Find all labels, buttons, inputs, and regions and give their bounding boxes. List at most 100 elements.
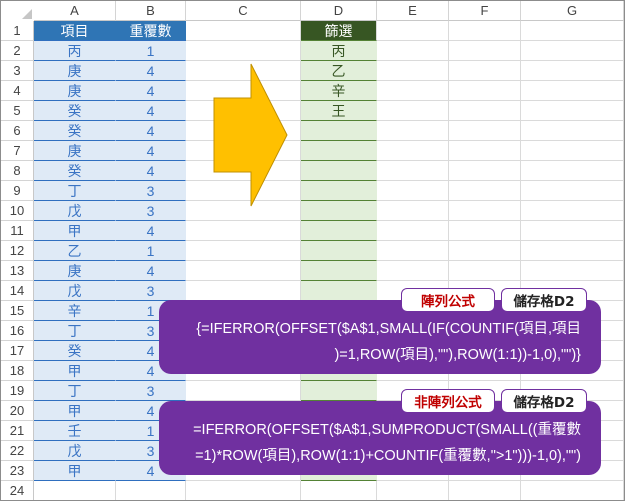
item-cell[interactable]: 癸 [34, 101, 116, 121]
item-cell[interactable]: 戊 [34, 441, 116, 461]
cell-g9[interactable] [521, 181, 624, 201]
item-cell[interactable]: 丁 [34, 181, 116, 201]
filter-cell[interactable] [301, 181, 377, 201]
filter-cell[interactable]: 辛 [301, 81, 377, 101]
cell-d1-header[interactable]: 篩選 [301, 21, 377, 41]
item-cell[interactable]: 乙 [34, 241, 116, 261]
cell-g2[interactable] [521, 41, 624, 61]
cell-f13[interactable] [449, 261, 521, 281]
cell-g7[interactable] [521, 141, 624, 161]
filter-cell[interactable] [301, 381, 377, 401]
cell-f11[interactable] [449, 221, 521, 241]
item-cell[interactable]: 癸 [34, 341, 116, 361]
cell-f4[interactable] [449, 81, 521, 101]
cell-g5[interactable] [521, 101, 624, 121]
row-header-12[interactable]: 12 [1, 241, 34, 261]
row-header-22[interactable]: 22 [1, 441, 34, 461]
cell-f6[interactable] [449, 121, 521, 141]
cell-g12[interactable] [521, 241, 624, 261]
count-cell[interactable]: 4 [116, 101, 186, 121]
cell-e9[interactable] [377, 181, 449, 201]
filter-cell[interactable]: 丙 [301, 41, 377, 61]
column-header-b[interactable]: B [116, 1, 186, 21]
item-cell[interactable]: 甲 [34, 221, 116, 241]
cell-e24[interactable] [377, 481, 449, 500]
row-header-24[interactable]: 24 [1, 481, 34, 500]
cell-e11[interactable] [377, 221, 449, 241]
filter-cell[interactable] [301, 121, 377, 141]
cell-c13[interactable] [186, 261, 301, 281]
row-header-17[interactable]: 17 [1, 341, 34, 361]
cell-e8[interactable] [377, 161, 449, 181]
count-cell[interactable]: 4 [116, 221, 186, 241]
filter-cell[interactable] [301, 201, 377, 221]
cell-c1[interactable] [186, 21, 301, 41]
row-header-3[interactable]: 3 [1, 61, 34, 81]
item-cell[interactable]: 庚 [34, 81, 116, 101]
row-header-6[interactable]: 6 [1, 121, 34, 141]
row-header-21[interactable]: 21 [1, 421, 34, 441]
cell-e13[interactable] [377, 261, 449, 281]
row-header-1[interactable]: 1 [1, 21, 34, 41]
item-cell[interactable]: 癸 [34, 161, 116, 181]
count-cell[interactable]: 4 [116, 141, 186, 161]
cell-f12[interactable] [449, 241, 521, 261]
filter-cell[interactable] [301, 141, 377, 161]
cell-e10[interactable] [377, 201, 449, 221]
cell-b24[interactable] [116, 481, 186, 500]
count-cell[interactable]: 3 [116, 201, 186, 221]
count-cell[interactable]: 3 [116, 381, 186, 401]
cell-c2[interactable] [186, 41, 301, 61]
cell-g8[interactable] [521, 161, 624, 181]
cell-g6[interactable] [521, 121, 624, 141]
count-cell[interactable]: 1 [116, 241, 186, 261]
filter-cell[interactable] [301, 281, 377, 301]
cell-g11[interactable] [521, 221, 624, 241]
row-header-2[interactable]: 2 [1, 41, 34, 61]
cell-c19[interactable] [186, 381, 301, 401]
count-cell[interactable]: 3 [116, 281, 186, 301]
cell-c12[interactable] [186, 241, 301, 261]
cell-d24[interactable] [301, 481, 377, 500]
count-cell[interactable]: 4 [116, 61, 186, 81]
filter-cell[interactable]: 王 [301, 101, 377, 121]
filter-cell[interactable] [301, 241, 377, 261]
cell-g4[interactable] [521, 81, 624, 101]
item-cell[interactable]: 甲 [34, 401, 116, 421]
count-cell[interactable]: 1 [116, 41, 186, 61]
item-cell[interactable]: 丁 [34, 381, 116, 401]
cell-c24[interactable] [186, 481, 301, 500]
column-header-e[interactable]: E [377, 1, 449, 21]
item-cell[interactable]: 丁 [34, 321, 116, 341]
row-header-14[interactable]: 14 [1, 281, 34, 301]
cell-f3[interactable] [449, 61, 521, 81]
cell-f1[interactable] [449, 21, 521, 41]
row-header-8[interactable]: 8 [1, 161, 34, 181]
row-header-9[interactable]: 9 [1, 181, 34, 201]
select-all-button[interactable] [1, 1, 35, 22]
cell-e5[interactable] [377, 101, 449, 121]
cell-e2[interactable] [377, 41, 449, 61]
count-cell[interactable]: 4 [116, 81, 186, 101]
column-header-d[interactable]: D [301, 1, 377, 21]
cell-e1[interactable] [377, 21, 449, 41]
item-cell[interactable]: 戊 [34, 281, 116, 301]
row-header-11[interactable]: 11 [1, 221, 34, 241]
count-cell[interactable]: 4 [116, 161, 186, 181]
cell-a24[interactable] [34, 481, 116, 500]
cell-f10[interactable] [449, 201, 521, 221]
row-header-4[interactable]: 4 [1, 81, 34, 101]
row-header-23[interactable]: 23 [1, 461, 34, 481]
row-header-7[interactable]: 7 [1, 141, 34, 161]
column-header-f[interactable]: F [449, 1, 521, 21]
cell-e12[interactable] [377, 241, 449, 261]
item-cell[interactable]: 庚 [34, 61, 116, 81]
row-header-19[interactable]: 19 [1, 381, 34, 401]
item-cell[interactable]: 戊 [34, 201, 116, 221]
filter-cell[interactable]: 乙 [301, 61, 377, 81]
cell-c11[interactable] [186, 221, 301, 241]
cell-g24[interactable] [521, 481, 624, 500]
row-header-10[interactable]: 10 [1, 201, 34, 221]
cell-c14[interactable] [186, 281, 301, 301]
item-cell[interactable]: 辛 [34, 301, 116, 321]
